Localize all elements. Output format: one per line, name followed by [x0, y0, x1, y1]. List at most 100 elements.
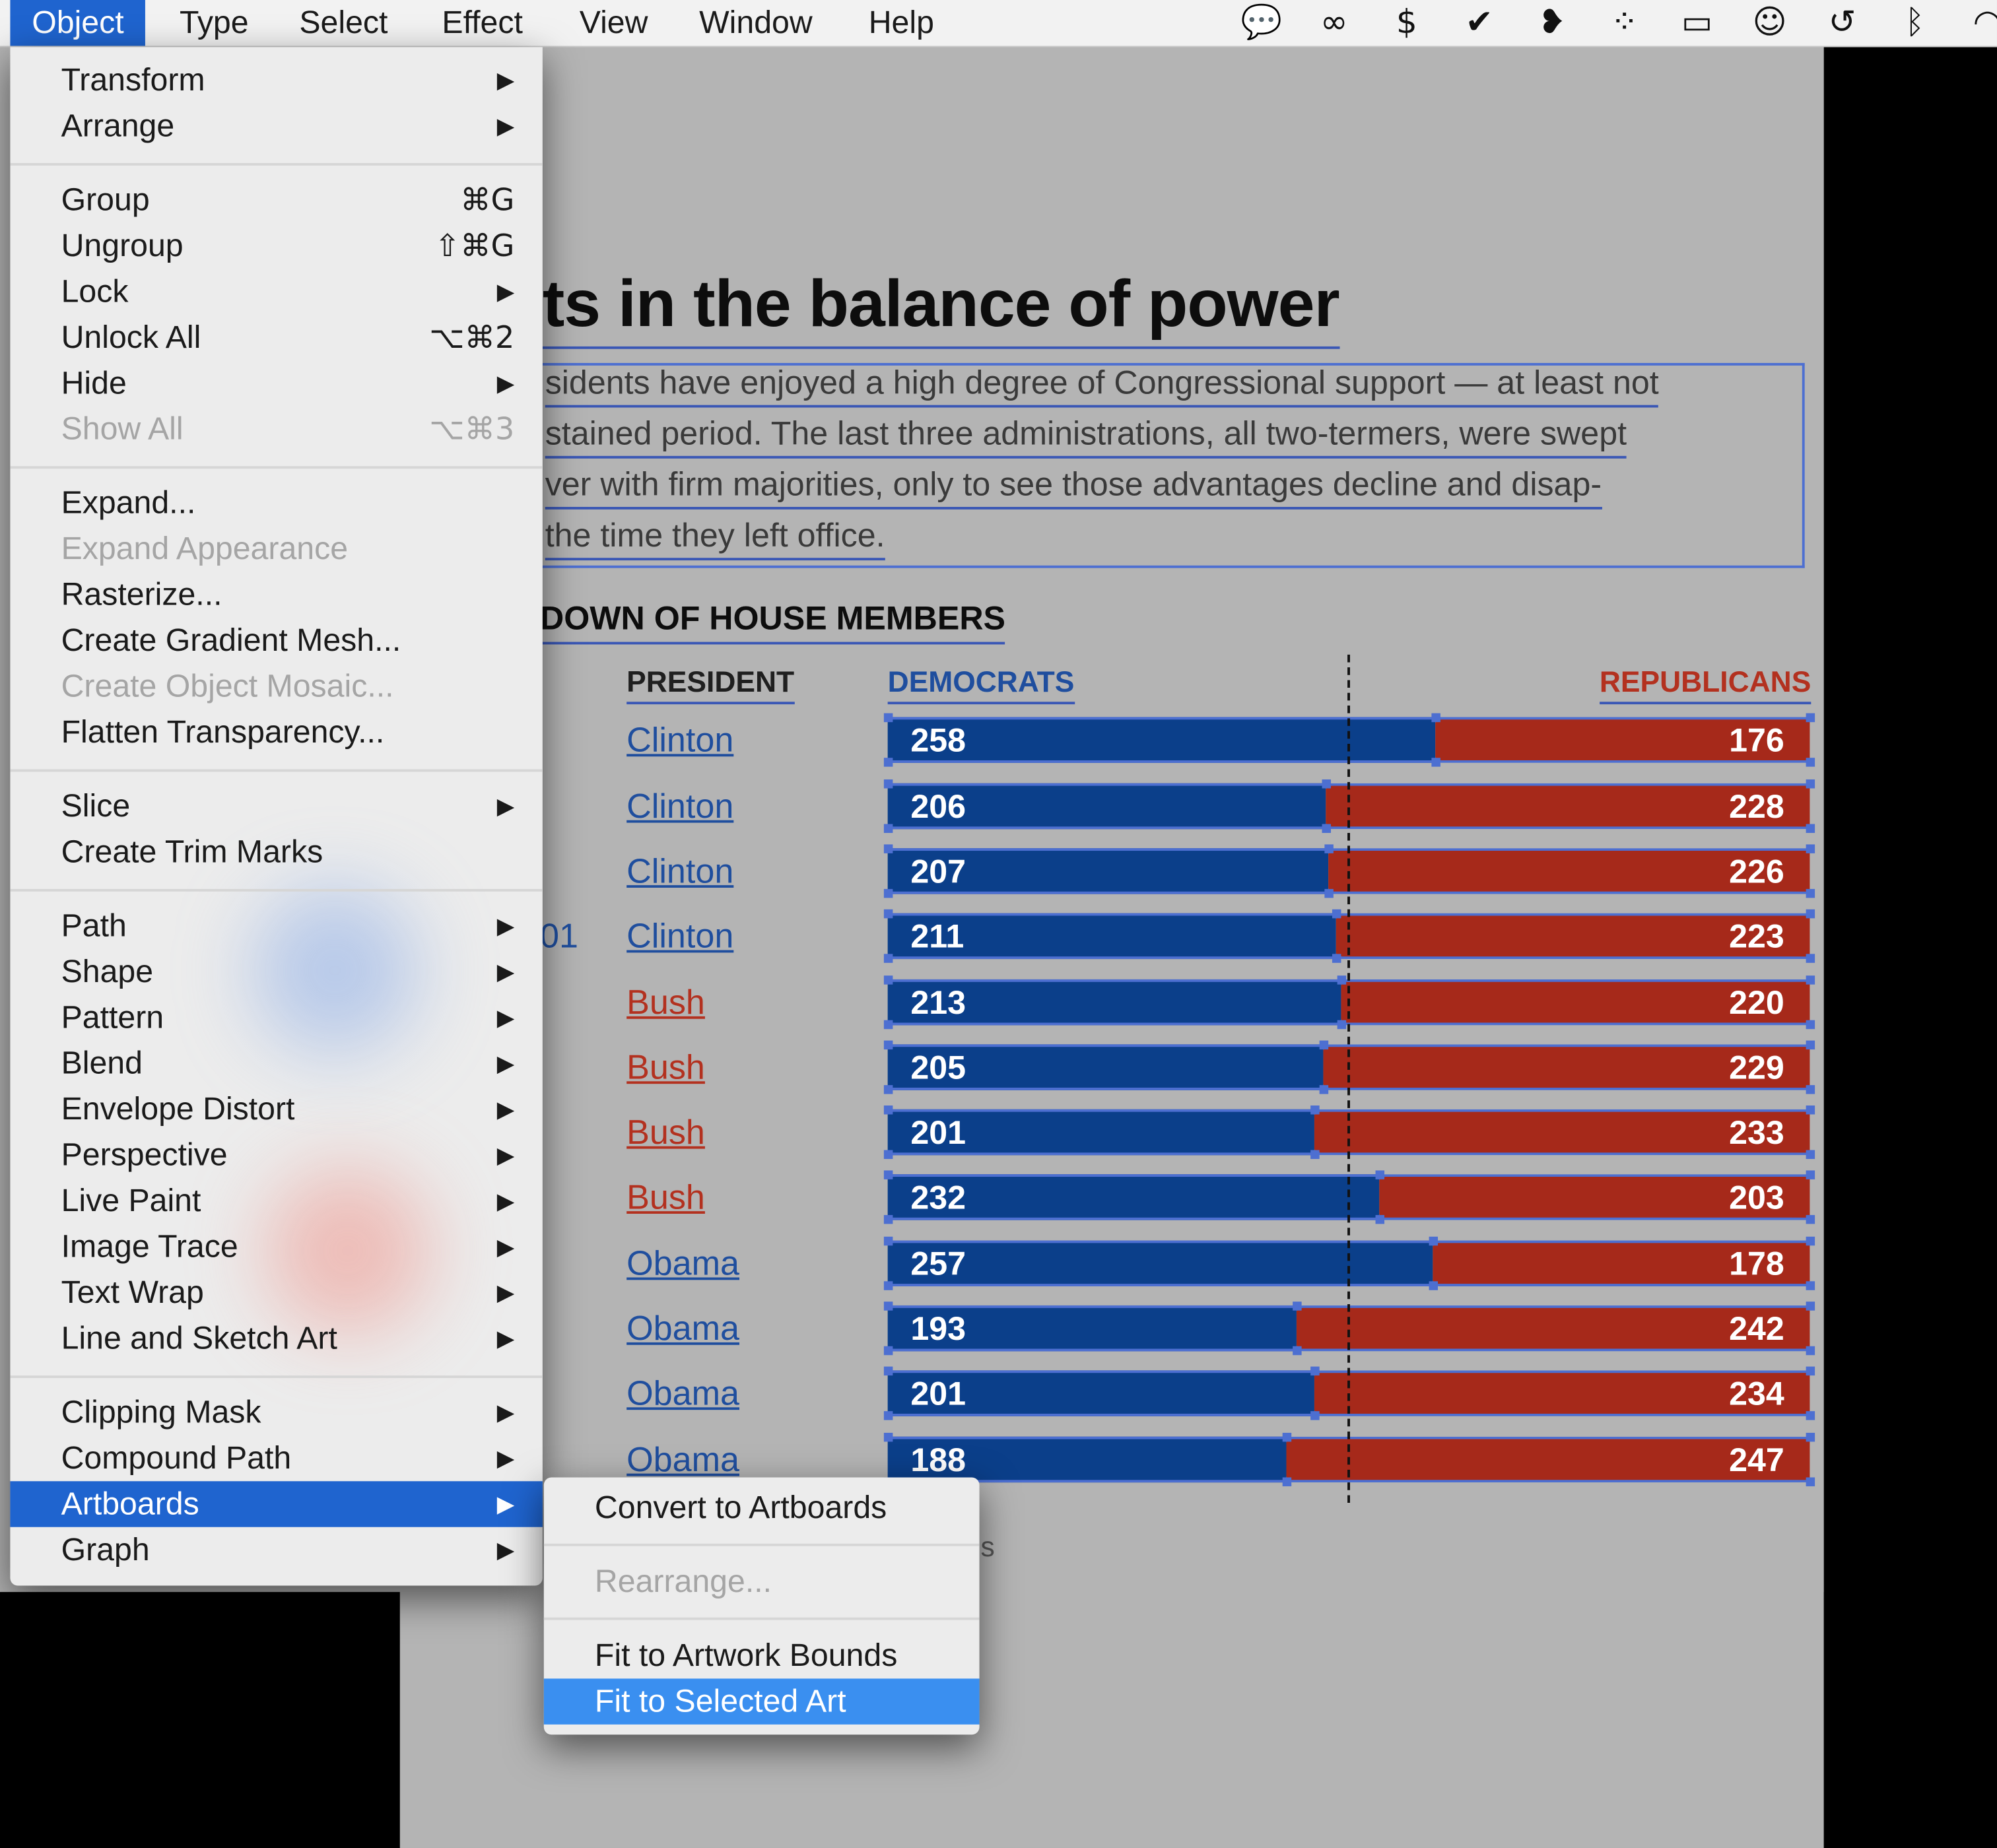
selection-handle[interactable]	[1310, 1411, 1319, 1420]
selection-handle[interactable]	[1806, 1150, 1815, 1160]
menu-item-artboards[interactable]: Artboards ▶	[10, 1481, 543, 1527]
menu-item-create-object-mosaic[interactable]: Create Object Mosaic...	[10, 663, 542, 709]
president-label[interactable]: Bush	[626, 1044, 705, 1090]
menu-item-lock[interactable]: Lock ▶	[10, 269, 542, 314]
time-machine-icon[interactable]: ↺	[1806, 4, 1879, 42]
selection-handle[interactable]	[1293, 1346, 1303, 1356]
selection-handle[interactable]	[883, 1150, 893, 1160]
menu-item-pattern[interactable]: Pattern ▶	[10, 995, 542, 1040]
chat-bubble-icon[interactable]: 💬	[1225, 4, 1298, 42]
selection-handle[interactable]	[1806, 1214, 1815, 1224]
menu-item-image-trace[interactable]: Image Trace ▶	[10, 1224, 542, 1269]
selection-handle[interactable]	[1310, 1366, 1319, 1376]
selection-handle[interactable]	[883, 824, 893, 834]
menu-item-show-all[interactable]: Show All ⌥⌘3	[10, 407, 542, 452]
selection-handle[interactable]	[883, 1302, 893, 1311]
selection-handle[interactable]	[1332, 954, 1341, 963]
selection-handle[interactable]	[1282, 1477, 1291, 1486]
selection-handle[interactable]	[1806, 758, 1815, 767]
selection-handle[interactable]	[883, 758, 893, 767]
checkmark-icon[interactable]: ✔	[1443, 4, 1516, 42]
selection-handle[interactable]	[883, 1020, 893, 1030]
selection-handle[interactable]	[1806, 954, 1815, 963]
selection-handle[interactable]	[883, 1366, 893, 1376]
menu-item-live-paint[interactable]: Live Paint ▶	[10, 1178, 542, 1224]
menu-item-shape[interactable]: Shape ▶	[10, 949, 542, 995]
selection-handle[interactable]	[1319, 1040, 1329, 1050]
selection-handle[interactable]	[1806, 909, 1815, 919]
selection-handle[interactable]	[1324, 844, 1334, 853]
selection-handle[interactable]	[1806, 1432, 1815, 1442]
selection-handle[interactable]	[1293, 1302, 1303, 1311]
menu-item-arrange[interactable]: Arrange ▶	[10, 103, 542, 148]
menu-item-graph[interactable]: Graph ▶	[10, 1527, 542, 1573]
menu-item-create-trim-marks[interactable]: Create Trim Marks	[10, 829, 542, 874]
selection-handle[interactable]	[1806, 1411, 1815, 1420]
selection-handle[interactable]	[883, 1236, 893, 1246]
submenu-item-fit-to-artwork-bounds[interactable]: Fit to Artwork Bounds	[544, 1633, 980, 1678]
menu-item-hide[interactable]: Hide ▶	[10, 360, 542, 406]
selection-handle[interactable]	[1806, 1040, 1815, 1050]
selection-handle[interactable]	[883, 888, 893, 898]
selection-handle[interactable]	[1806, 1236, 1815, 1246]
bluetooth-icon[interactable]: ᛒ	[1879, 4, 1951, 42]
selection-handle[interactable]	[1806, 1302, 1815, 1311]
selection-handle[interactable]	[1429, 1281, 1438, 1290]
selection-handle[interactable]	[883, 1105, 893, 1115]
money-icon[interactable]: $	[1371, 4, 1443, 42]
menu-item-rasterize[interactable]: Rasterize...	[10, 572, 542, 617]
creative-cloud-icon[interactable]: ∞	[1298, 4, 1371, 42]
selection-handle[interactable]	[1429, 1236, 1438, 1246]
menu-item-slice[interactable]: Slice ▶	[10, 783, 542, 829]
president-label[interactable]: Bush	[626, 1109, 705, 1155]
menubar-item-effect[interactable]: Effect	[421, 0, 545, 46]
selection-handle[interactable]	[1806, 713, 1815, 723]
column-header-republicans[interactable]: REPUBLICANS	[1599, 661, 1811, 705]
selection-handle[interactable]	[883, 779, 893, 789]
selection-handle[interactable]	[1806, 824, 1815, 834]
president-label[interactable]: Bush	[626, 1174, 705, 1220]
column-header-president[interactable]: PRESIDENT	[626, 661, 795, 705]
selection-handle[interactable]	[883, 844, 893, 853]
submenu-item-rearrange[interactable]: Rearrange...	[544, 1559, 980, 1604]
airplay-icon[interactable]: ▭	[1661, 4, 1734, 42]
selection-handle[interactable]	[1321, 779, 1331, 789]
wireless-audio-icon[interactable]: ⁘	[1588, 4, 1661, 42]
selection-handle[interactable]	[1332, 909, 1341, 919]
selection-handle[interactable]	[1806, 1281, 1815, 1290]
menu-item-ungroup[interactable]: Ungroup ⇧⌘G	[10, 223, 542, 269]
selection-handle[interactable]	[1806, 1085, 1815, 1094]
president-label[interactable]: Clinton	[626, 848, 733, 894]
headline[interactable]: ts in the balance of power	[542, 263, 1340, 349]
selection-handle[interactable]	[1806, 1366, 1815, 1376]
selection-handle[interactable]	[1319, 1085, 1329, 1094]
selection-handle[interactable]	[883, 975, 893, 985]
menu-item-text-wrap[interactable]: Text Wrap ▶	[10, 1270, 542, 1315]
selection-handle[interactable]	[1806, 1170, 1815, 1179]
menu-item-envelope-distort[interactable]: Envelope Distort ▶	[10, 1086, 542, 1132]
selection-handle[interactable]	[1806, 1020, 1815, 1030]
text-selection-box[interactable]	[542, 362, 1805, 568]
menu-item-expand[interactable]: Expand...	[10, 480, 542, 525]
menu-item-line-and-sketch-art[interactable]: Line and Sketch Art ▶	[10, 1315, 542, 1361]
president-label[interactable]: Clinton	[626, 913, 733, 959]
submenu-item-fit-to-selected-art[interactable]: Fit to Selected Art	[543, 1678, 980, 1725]
selection-handle[interactable]	[883, 954, 893, 963]
menubar-item-view[interactable]: View	[558, 0, 669, 46]
menu-item-path[interactable]: Path ▶	[10, 903, 542, 948]
menu-item-group[interactable]: Group ⌘G	[10, 177, 542, 222]
selection-handle[interactable]	[883, 1214, 893, 1224]
selection-handle[interactable]	[1806, 844, 1815, 853]
accessibility-icon[interactable]: ☺	[1734, 4, 1806, 42]
menu-item-create-gradient-mesh[interactable]: Create Gradient Mesh...	[10, 618, 542, 663]
wifi-icon[interactable]: ◠	[1951, 4, 1997, 42]
menu-item-blend[interactable]: Blend ▶	[10, 1041, 542, 1086]
selection-handle[interactable]	[883, 1411, 893, 1420]
column-header-democrats[interactable]: DEMOCRATS	[887, 661, 1075, 705]
selection-handle[interactable]	[1375, 1214, 1385, 1224]
menu-item-clipping-mask[interactable]: Clipping Mask ▶	[10, 1389, 542, 1435]
selection-handle[interactable]	[883, 909, 893, 919]
selection-handle[interactable]	[1337, 975, 1347, 985]
menu-item-expand-appearance[interactable]: Expand Appearance	[10, 526, 542, 572]
selection-handle[interactable]	[1806, 888, 1815, 898]
